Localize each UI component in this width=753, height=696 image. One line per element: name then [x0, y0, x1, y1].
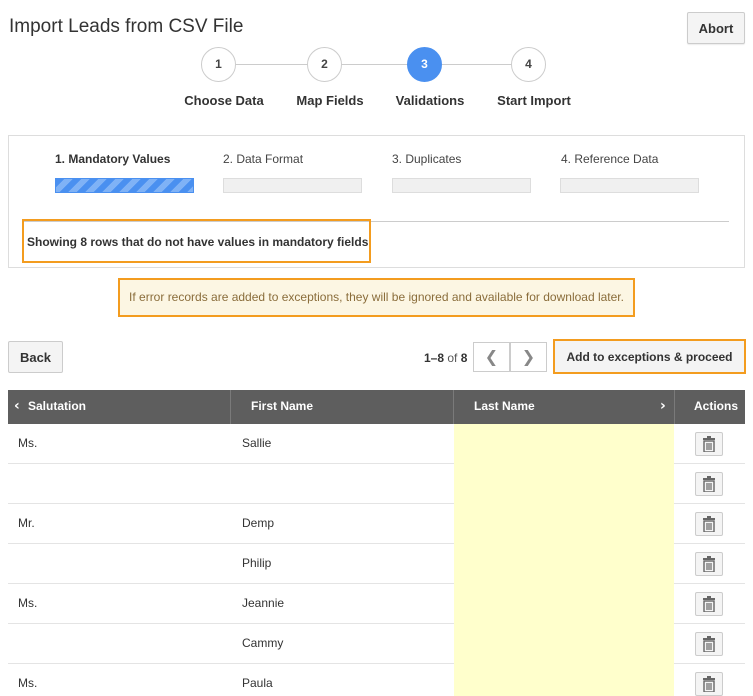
cell-first-name: Sallie: [242, 436, 272, 450]
back-button[interactable]: Back: [8, 341, 63, 373]
column-header-actions: Actions: [694, 399, 739, 413]
step-2-circle: 2: [307, 47, 342, 82]
step-connector: [236, 64, 308, 65]
step-connector: [342, 64, 408, 65]
substep-reference-data: 4. Reference Data: [561, 152, 659, 166]
cell-salutation: Mr.: [18, 516, 35, 530]
cell-last-name-missing[interactable]: [454, 624, 674, 664]
substep-duplicates: 3. Duplicates: [392, 152, 462, 166]
step-3-circle: 3: [407, 47, 442, 82]
cell-first-name: Cammy: [242, 636, 284, 650]
scroll-columns-left-icon[interactable]: ‹: [14, 390, 20, 424]
cell-salutation: Ms.: [18, 676, 38, 690]
delete-row-button[interactable]: [695, 632, 723, 656]
delete-row-button[interactable]: [695, 432, 723, 456]
delete-row-button[interactable]: [695, 592, 723, 616]
column-separator: [230, 390, 231, 424]
substep-4-progress-bar: [560, 178, 699, 193]
table-row: Mr. Demp: [8, 504, 745, 544]
pager-status: 1–8 of 8: [424, 351, 467, 365]
substep-mandatory-values: 1. Mandatory Values: [55, 152, 171, 166]
exceptions-notice: If error records are added to exceptions…: [118, 278, 635, 317]
add-to-exceptions-proceed-button[interactable]: Add to exceptions & proceed: [553, 339, 746, 374]
cell-last-name-missing[interactable]: [454, 504, 674, 544]
substep-2-progress-bar: [223, 178, 362, 193]
substep-data-format: 2. Data Format: [223, 152, 304, 166]
cell-last-name-missing[interactable]: [454, 464, 674, 504]
cell-salutation: Ms.: [18, 596, 38, 610]
delete-row-button[interactable]: [695, 472, 723, 496]
table-row: Cammy: [8, 624, 745, 664]
grid-header: ‹ Salutation First Name Last Name › Acti…: [8, 390, 745, 424]
step-connector: [442, 64, 512, 65]
chevron-right-icon: ❯: [521, 347, 536, 366]
step-4-circle: 4: [511, 47, 546, 82]
cell-salutation: Ms.: [18, 436, 38, 450]
cell-last-name-missing[interactable]: [454, 664, 674, 696]
delete-row-button[interactable]: [695, 512, 723, 536]
cell-last-name-missing[interactable]: [454, 544, 674, 584]
cell-last-name-missing[interactable]: [454, 424, 674, 464]
column-header-first-name[interactable]: First Name: [251, 390, 313, 424]
table-row: Ms. Jeannie: [8, 584, 745, 624]
substep-3-progress-bar: [392, 178, 531, 193]
column-header-last-name[interactable]: Last Name: [474, 390, 535, 424]
validation-summary: Showing 8 rows that do not have values i…: [22, 219, 371, 263]
cell-first-name: Jeannie: [242, 596, 285, 610]
cell-first-name: Demp: [242, 516, 275, 530]
delete-row-button[interactable]: [695, 552, 723, 576]
pager-total: 8: [460, 351, 468, 365]
pager-range: 1–8: [424, 351, 445, 365]
pager-of: of: [447, 351, 458, 365]
cell-first-name: Philip: [242, 556, 272, 570]
step-1-label: Choose Data: [184, 93, 264, 108]
substep-1-progress-bar: [55, 178, 194, 193]
cell-last-name-missing[interactable]: [454, 584, 674, 624]
table-row: [8, 464, 745, 504]
step-1-circle: 1: [201, 47, 236, 82]
step-4-label: Start Import: [497, 93, 571, 108]
delete-row-button[interactable]: [695, 672, 723, 696]
next-page-button[interactable]: ❯: [510, 342, 547, 372]
column-header-salutation[interactable]: Salutation: [28, 390, 86, 424]
column-separator: [674, 390, 675, 424]
chevron-left-icon: ❮: [484, 347, 499, 366]
table-row: Ms. Sallie: [8, 424, 745, 464]
wizard-steps: 1 2 3 4 Choose Data Map Fields Validatio…: [0, 0, 753, 120]
cell-first-name: Paula: [242, 676, 273, 690]
prev-page-button[interactable]: ❮: [473, 342, 510, 372]
validation-panel: 1. Mandatory Values 2. Data Format 3. Du…: [8, 135, 745, 268]
table-row: Philip: [8, 544, 745, 584]
table-row: Ms. Paula: [8, 664, 745, 696]
step-3-label: Validations: [395, 93, 465, 108]
column-separator: [453, 390, 454, 424]
scroll-columns-right-icon[interactable]: ›: [660, 390, 666, 424]
